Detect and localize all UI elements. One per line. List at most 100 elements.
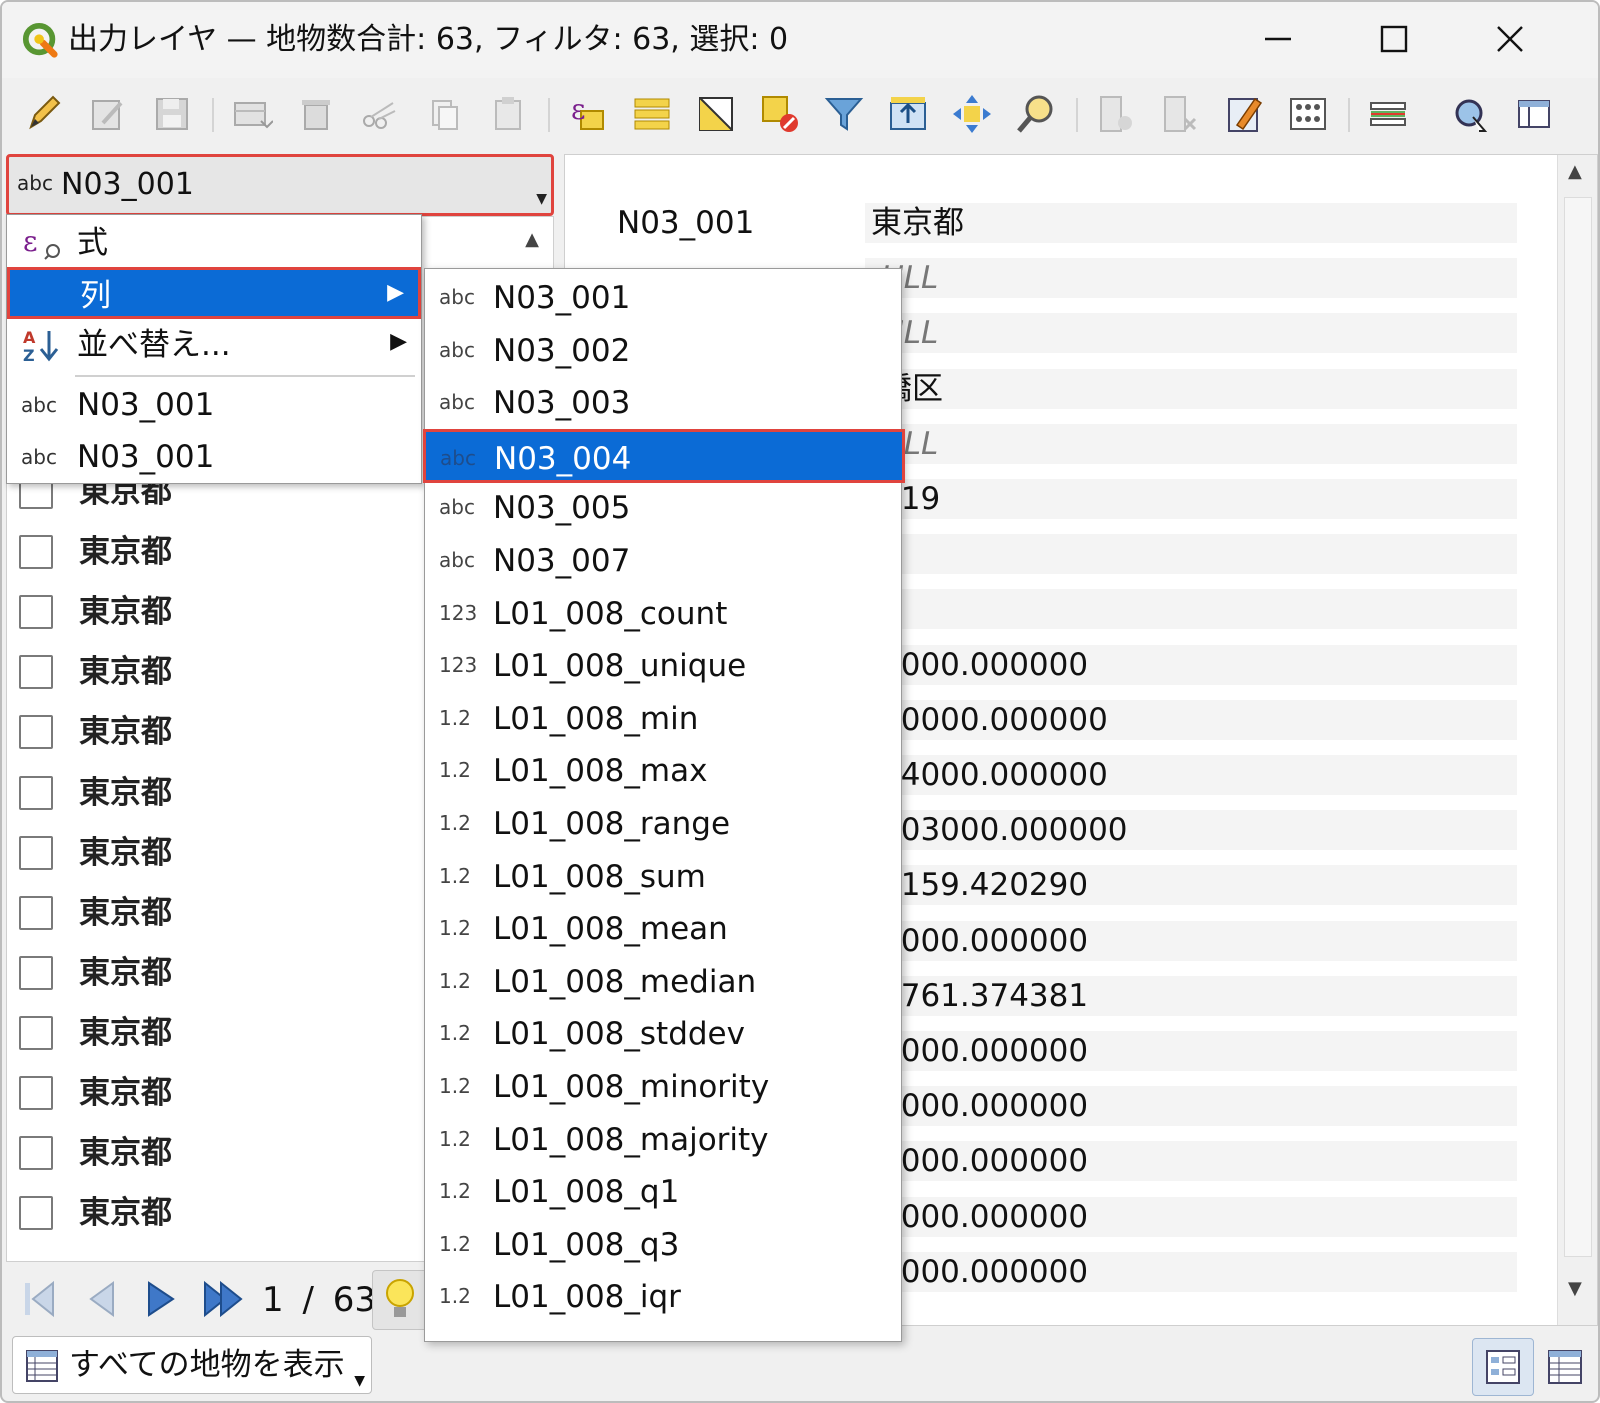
previous-feature-button[interactable]	[76, 1274, 126, 1324]
table-view-button[interactable]	[1534, 1338, 1596, 1396]
delete-icon[interactable]	[292, 90, 340, 138]
filter-icon[interactable]	[820, 90, 868, 138]
form-field-row[interactable]: 40000.000000	[865, 699, 1517, 740]
next-feature-button[interactable]	[136, 1274, 186, 1324]
form-field-row[interactable]: 東京都	[865, 203, 1517, 243]
feature-checkbox[interactable]	[19, 1076, 53, 1110]
feature-checkbox[interactable]	[19, 1015, 53, 1050]
feature-checkbox[interactable]	[19, 1196, 53, 1231]
expression-icon: ε	[23, 225, 60, 260]
submenu-item-field[interactable]: abc N03_001	[425, 271, 901, 325]
form-field-row[interactable]: 5761.374381	[865, 975, 1517, 1016]
submenu-item-field[interactable]: abc N03_005	[425, 481, 901, 535]
submenu-item-field[interactable]: 1.2 L01_008_min	[425, 692, 901, 746]
pan-to-selection-icon[interactable]	[948, 90, 996, 138]
form-field-row[interactable]: 6000.000000	[865, 1196, 1517, 1237]
menu-item-recent-field[interactable]: abc N03_001	[7, 379, 421, 431]
display-field-combobox[interactable]: abc N03_001 ▼	[6, 154, 554, 216]
feature-checkbox[interactable]	[19, 535, 53, 570]
submenu-item-field[interactable]: 1.2 L01_008_minority	[425, 1060, 901, 1114]
form-view-button[interactable]	[1472, 1338, 1534, 1396]
expression-select-icon[interactable]: ε	[564, 90, 612, 138]
first-feature-button[interactable]	[14, 1274, 64, 1324]
dock-icon[interactable]	[1364, 90, 1412, 138]
form-field-row[interactable]: 3000.000000	[865, 1141, 1517, 1182]
last-feature-button[interactable]	[198, 1274, 248, 1324]
zoom-to-selection-icon[interactable]	[1012, 90, 1060, 138]
submenu-item-field[interactable]: 123 L01_008_count	[425, 587, 901, 641]
delete-field-icon[interactable]	[1156, 90, 1204, 138]
submenu-item-field[interactable]: abc N03_007	[425, 534, 901, 588]
submenu-item-field[interactable]: 123 L01_008_unique	[425, 639, 901, 693]
form-field-row[interactable]: ULL	[865, 258, 1517, 299]
submenu-item-field[interactable]: 1.2 L01_008_iqr	[425, 1270, 901, 1324]
feature-label: 東京都	[79, 1135, 172, 1172]
maximize-button[interactable]	[1364, 16, 1424, 62]
menu-item-column[interactable]: 列 ▶	[7, 267, 421, 319]
conditional-formatting-icon[interactable]	[1284, 90, 1332, 138]
form-field-row[interactable]: 103000.000000	[865, 810, 1517, 851]
form-field-row[interactable]	[865, 589, 1517, 630]
submenu-item-field[interactable]: 1.2 L01_008_median	[425, 955, 901, 1009]
submenu-item-field[interactable]: 1.2 L01_008_stddev	[425, 1007, 901, 1061]
form-field-row[interactable]: 橋区	[865, 368, 1517, 409]
close-button[interactable]	[1480, 16, 1540, 62]
submenu-item-field[interactable]: abc N03_004	[423, 428, 905, 483]
feature-checkbox[interactable]	[19, 895, 53, 930]
submenu-item-field[interactable]: 1.2 L01_008_q1	[425, 1165, 901, 1219]
minimize-button[interactable]	[1248, 16, 1308, 62]
form-field-row[interactable]: 6000.000000	[865, 644, 1517, 685]
submenu-item-field[interactable]: abc N03_002	[425, 324, 901, 378]
actions-icon[interactable]	[1446, 90, 1494, 138]
save-edits-icon[interactable]	[148, 90, 196, 138]
form-vertical-scrollbar[interactable]: ▲ ▼	[1557, 155, 1597, 1325]
deselect-icon[interactable]	[756, 90, 804, 138]
show-all-features-dropdown[interactable]: すべての地物を表示 ▼	[12, 1336, 372, 1394]
submenu-item-field[interactable]: 1.2 L01_008_range	[425, 797, 901, 851]
scroll-thumb[interactable]	[1564, 197, 1592, 1257]
feature-checkbox[interactable]	[19, 715, 53, 750]
feature-checkbox[interactable]	[19, 1136, 53, 1171]
menu-item-expression[interactable]: ε 式	[7, 217, 421, 269]
field-calculator-icon[interactable]	[1220, 90, 1268, 138]
feature-checkbox[interactable]	[19, 955, 53, 990]
form-field-row[interactable]: 8000.000000	[865, 920, 1517, 961]
menu-item-recent-field[interactable]: abc N03_001	[7, 431, 421, 483]
add-feature-icon[interactable]	[228, 90, 276, 138]
edit-pencil-icon[interactable]	[20, 90, 68, 138]
new-field-icon[interactable]	[1092, 90, 1140, 138]
form-field-row[interactable]: 8000.000000	[865, 1086, 1517, 1127]
submenu-item-field[interactable]: 1.2 L01_008_majority	[425, 1113, 901, 1167]
copy-icon[interactable]	[420, 90, 468, 138]
select-all-icon[interactable]	[628, 90, 676, 138]
form-field-row[interactable]: 3000.000000	[865, 1251, 1517, 1292]
form-field-row[interactable]: 8159.420290	[865, 865, 1517, 906]
submenu-item-field[interactable]: 1.2 L01_008_q3	[425, 1218, 901, 1272]
cut-icon[interactable]	[356, 90, 404, 138]
highlight-feature-button[interactable]	[372, 1270, 428, 1330]
submenu-item-field[interactable]: 1.2 L01_008_max	[425, 744, 901, 798]
submenu-item-field[interactable]: 1.2 L01_008_sum	[425, 850, 901, 904]
organize-columns-icon[interactable]	[1510, 90, 1558, 138]
scroll-down-arrow-icon[interactable]: ▼	[1568, 1278, 1582, 1299]
submenu-item-label: N03_001	[493, 280, 631, 316]
feature-checkbox[interactable]	[19, 775, 53, 810]
multi-edit-icon[interactable]	[84, 90, 132, 138]
form-field-row[interactable]: ULL	[865, 423, 1517, 464]
form-field-row[interactable]: 119	[865, 479, 1517, 519]
feature-checkbox[interactable]	[19, 595, 53, 630]
move-selection-top-icon[interactable]	[884, 90, 932, 138]
form-field-row[interactable]	[865, 534, 1517, 575]
paste-icon[interactable]	[484, 90, 532, 138]
form-field-row[interactable]: ULL	[865, 313, 1517, 354]
scroll-up-arrow-icon[interactable]: ▲	[1568, 161, 1582, 182]
feature-checkbox[interactable]	[19, 655, 53, 690]
feature-checkbox[interactable]	[19, 835, 53, 870]
list-scroll-up-icon[interactable]: ▲	[512, 222, 552, 258]
invert-selection-icon[interactable]	[692, 90, 740, 138]
submenu-item-field[interactable]: 1.2 L01_008_mean	[425, 902, 901, 956]
form-field-row[interactable]: 04000.000000	[865, 755, 1517, 795]
menu-item-sort[interactable]: AZ 並べ替え... ▶	[7, 319, 421, 371]
submenu-item-field[interactable]: abc N03_003	[425, 376, 901, 430]
form-field-row[interactable]: 6000.000000	[865, 1031, 1517, 1071]
